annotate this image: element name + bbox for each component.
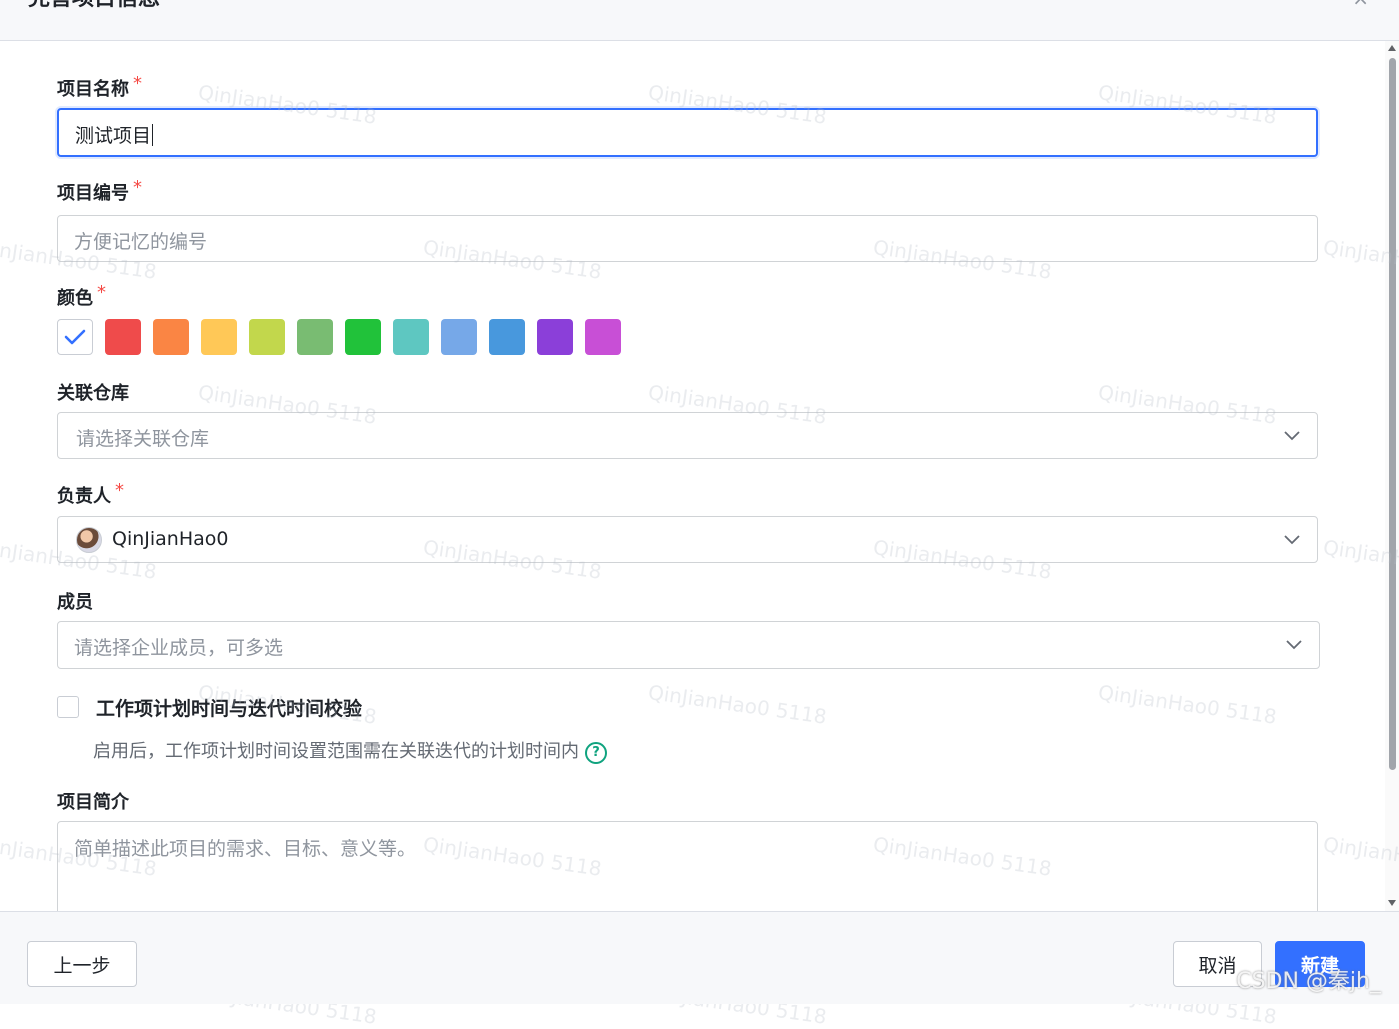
color-swatch[interactable] <box>153 319 189 355</box>
color-swatch[interactable] <box>489 319 525 355</box>
color-swatch[interactable] <box>249 319 285 355</box>
scroll-up-icon[interactable] <box>1388 45 1396 51</box>
color-label: 颜色 * <box>57 282 106 309</box>
project-code-input[interactable]: 方便记忆的编号 <box>57 215 1318 262</box>
chevron-down-icon <box>1284 535 1300 545</box>
credit-watermark: CSDN @秦jh_ <box>1236 969 1381 994</box>
description-placeholder: 简单描述此项目的需求、目标、意义等。 <box>74 838 417 860</box>
chevron-down-icon <box>1284 431 1300 441</box>
prev-step-button[interactable]: 上一步 <box>27 941 137 987</box>
avatar <box>76 527 102 553</box>
chevron-down-icon <box>1286 640 1302 650</box>
project-code-placeholder: 方便记忆的编号 <box>74 231 208 253</box>
form-scroll-area: 项目名称 * 测试项目 项目编号 * 方便记忆的编号 颜色 * 关联仓库 请选择关联仓… <box>0 41 1399 911</box>
color-swatch[interactable] <box>345 319 381 355</box>
color-swatch-selected[interactable] <box>57 319 93 355</box>
repo-placeholder: 请选择关联仓库 <box>76 428 210 450</box>
project-name-input[interactable]: 测试项目 <box>57 108 1318 157</box>
color-swatch[interactable] <box>441 319 477 355</box>
color-swatch[interactable] <box>297 319 333 355</box>
help-icon[interactable]: ? <box>585 742 607 764</box>
members-placeholder: 请选择企业成员，可多选 <box>74 637 284 659</box>
dialog-title: 完善项目信息 <box>28 0 160 12</box>
description-label: 项目简介 <box>57 792 129 813</box>
project-name-value: 测试项目 <box>75 124 154 147</box>
required-mark: * <box>97 282 106 303</box>
scroll-down-icon[interactable] <box>1388 900 1396 906</box>
color-swatch[interactable] <box>201 319 237 355</box>
dialog-header: 完善项目信息 × <box>0 0 1399 41</box>
members-select[interactable]: 请选择企业成员，可多选 <box>57 621 1320 669</box>
validation-hint: 启用后，工作项计划时间设置范围需在关联迭代的计划时间内? <box>93 737 607 764</box>
owner-value: QinJianHao0 <box>112 528 229 550</box>
description-textarea[interactable]: 简单描述此项目的需求、目标、意义等。 <box>57 821 1318 911</box>
repo-select[interactable]: 请选择关联仓库 <box>57 412 1318 459</box>
color-swatch[interactable] <box>105 319 141 355</box>
scrollbar-thumb[interactable] <box>1389 58 1396 770</box>
color-swatch[interactable] <box>393 319 429 355</box>
repo-label: 关联仓库 <box>57 383 129 404</box>
text-caret <box>152 124 154 146</box>
project-code-label: 项目编号 * <box>57 177 142 204</box>
owner-label: 负责人 * <box>57 480 124 507</box>
required-mark: * <box>115 480 124 501</box>
color-swatch[interactable] <box>537 319 573 355</box>
required-mark: * <box>133 177 142 198</box>
check-icon <box>64 329 86 345</box>
color-swatch[interactable] <box>585 319 621 355</box>
required-mark: * <box>133 73 142 94</box>
dialog-footer: 上一步 取消 新建 <box>0 911 1399 1004</box>
validation-checkbox-label[interactable]: 工作项计划时间与迭代时间校验 <box>96 694 362 721</box>
validation-checkbox[interactable] <box>57 696 79 718</box>
owner-select[interactable]: QinJianHao0 <box>57 516 1318 563</box>
project-name-label: 项目名称 * <box>57 73 142 100</box>
members-label: 成员 <box>57 592 93 613</box>
close-icon[interactable]: × <box>1352 0 1369 10</box>
